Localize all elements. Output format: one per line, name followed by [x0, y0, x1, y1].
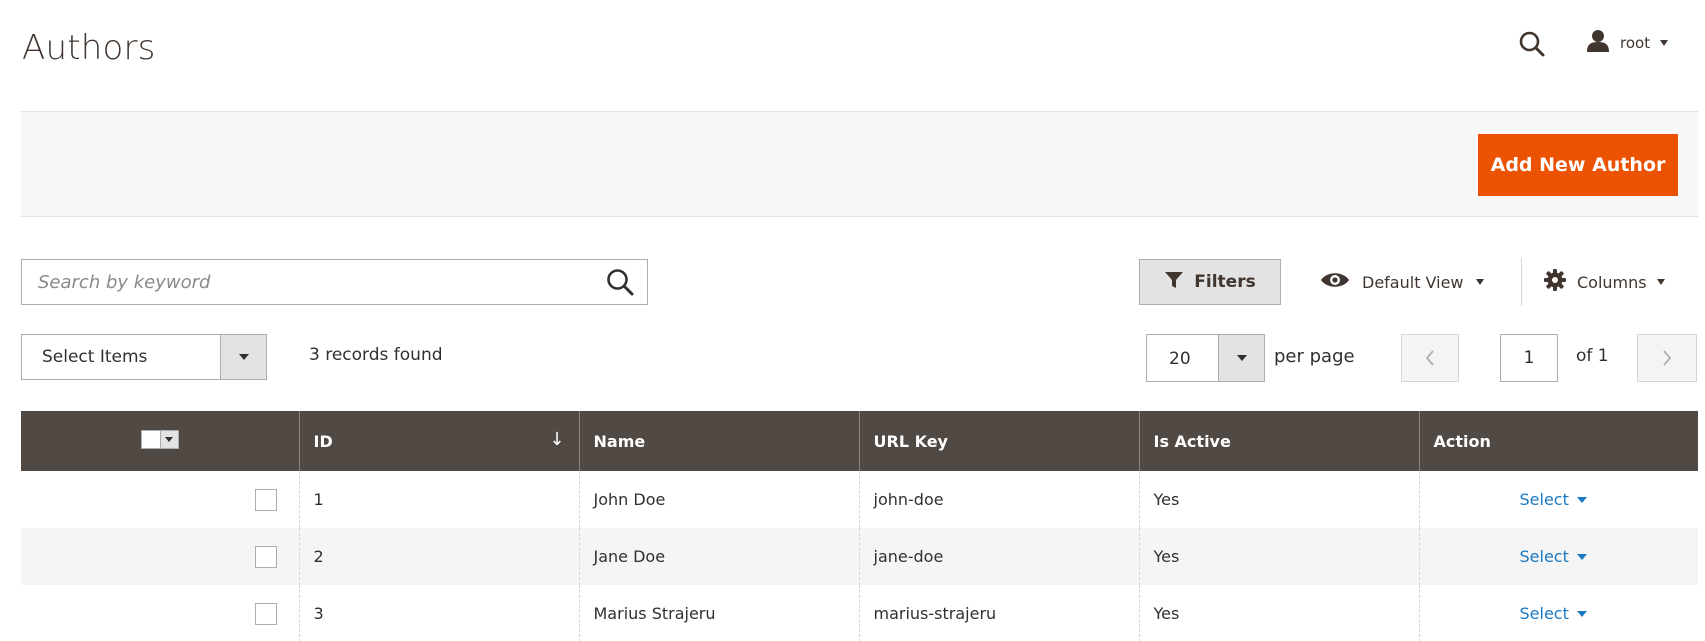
mass-action-select[interactable]: Select Items — [21, 334, 267, 380]
chevron-down-icon — [1660, 40, 1669, 46]
eye-icon — [1320, 270, 1350, 294]
cell-url-key: john-doe — [859, 471, 1140, 528]
records-count: 3 records found — [309, 345, 443, 365]
column-header-is-active[interactable]: Is Active — [1139, 411, 1420, 471]
user-icon — [1586, 29, 1610, 57]
cell-id: 2 — [299, 528, 580, 585]
cell-action: Select — [1419, 585, 1698, 641]
row-checkbox[interactable] — [254, 602, 277, 625]
cell-url-key: jane-doe — [859, 528, 1140, 585]
mass-action-label: Select Items — [42, 347, 148, 367]
cell-id: 1 — [299, 471, 580, 528]
gear-icon — [1543, 268, 1567, 296]
chevron-down-icon — [1656, 279, 1665, 285]
chevron-down-icon — [1576, 610, 1587, 617]
page-actions-bar: Add New Author — [21, 111, 1698, 217]
chevron-left-icon — [1425, 350, 1434, 366]
columns-label: Columns — [1577, 272, 1647, 292]
columns-dropdown[interactable]: Columns — [1543, 265, 1665, 299]
mass-select-column-header — [21, 411, 300, 471]
add-new-author-button[interactable]: Add New Author — [1478, 134, 1678, 196]
row-action-select[interactable]: Select — [1520, 547, 1587, 566]
page-title: Authors — [22, 28, 156, 68]
cell-name: John Doe — [579, 471, 860, 528]
chevron-down-icon — [1576, 496, 1587, 503]
page-header: Authors root — [0, 0, 1705, 110]
table-row: 1 John Doe john-doe Yes Select — [21, 471, 1698, 528]
grid-header-row: ID ↓ Name URL Key Is Active Action — [21, 411, 1698, 471]
total-pages-label: of 1 — [1576, 346, 1609, 366]
chevron-down-icon — [1475, 279, 1484, 285]
row-action-select[interactable]: Select — [1520, 604, 1587, 623]
per-page-label: per page — [1274, 346, 1355, 367]
toolbar-divider — [1521, 258, 1522, 306]
search-submit-icon[interactable] — [605, 267, 635, 297]
chevron-down-icon — [160, 431, 178, 448]
chevron-down-icon — [1218, 335, 1264, 381]
cell-name: Jane Doe — [579, 528, 860, 585]
column-header-action: Action — [1419, 411, 1698, 471]
row-checkbox[interactable] — [254, 545, 277, 568]
current-page-input[interactable] — [1500, 334, 1558, 382]
filter-icon — [1164, 270, 1184, 295]
sort-arrow-down-icon: ↓ — [549, 429, 565, 450]
cell-is-active: Yes — [1139, 585, 1420, 641]
column-header-name[interactable]: Name — [579, 411, 860, 471]
chevron-down-icon — [1576, 553, 1587, 560]
column-header-id[interactable]: ID ↓ — [299, 411, 580, 471]
cell-id: 3 — [299, 585, 580, 641]
column-header-url-key[interactable]: URL Key — [859, 411, 1140, 471]
per-page-value: 20 — [1169, 349, 1191, 369]
search-icon[interactable] — [1518, 30, 1546, 58]
chevron-right-icon — [1663, 350, 1672, 366]
search-input[interactable] — [22, 260, 582, 304]
table-row: 2 Jane Doe jane-doe Yes Select — [21, 528, 1698, 585]
mass-select-checkbox-dropdown[interactable] — [140, 430, 179, 449]
table-row: 3 Marius Strajeru marius-strajeru Yes Se… — [21, 585, 1698, 641]
cell-name: Marius Strajeru — [579, 585, 860, 641]
row-checkbox-cell — [21, 471, 300, 528]
cell-action: Select — [1419, 471, 1698, 528]
row-checkbox-cell — [21, 585, 300, 641]
default-view-dropdown[interactable]: Default View — [1320, 265, 1484, 299]
previous-page-button[interactable] — [1401, 334, 1459, 382]
cell-action: Select — [1419, 528, 1698, 585]
next-page-button[interactable] — [1637, 334, 1697, 382]
keyword-search — [21, 259, 648, 305]
user-name: root — [1620, 34, 1651, 52]
user-menu[interactable]: root — [1586, 28, 1669, 58]
view-label: Default View — [1362, 272, 1464, 292]
filters-button[interactable]: Filters — [1139, 259, 1281, 305]
row-action-select[interactable]: Select — [1520, 490, 1587, 509]
row-checkbox-cell — [21, 528, 300, 585]
row-checkbox[interactable] — [254, 488, 277, 511]
cell-url-key: marius-strajeru — [859, 585, 1140, 641]
filters-label: Filters — [1194, 272, 1256, 292]
authors-grid: ID ↓ Name URL Key Is Active Action 1 Joh… — [21, 411, 1698, 641]
chevron-down-icon — [220, 335, 266, 379]
cell-is-active: Yes — [1139, 471, 1420, 528]
cell-is-active: Yes — [1139, 528, 1420, 585]
per-page-select[interactable]: 20 — [1146, 334, 1265, 382]
